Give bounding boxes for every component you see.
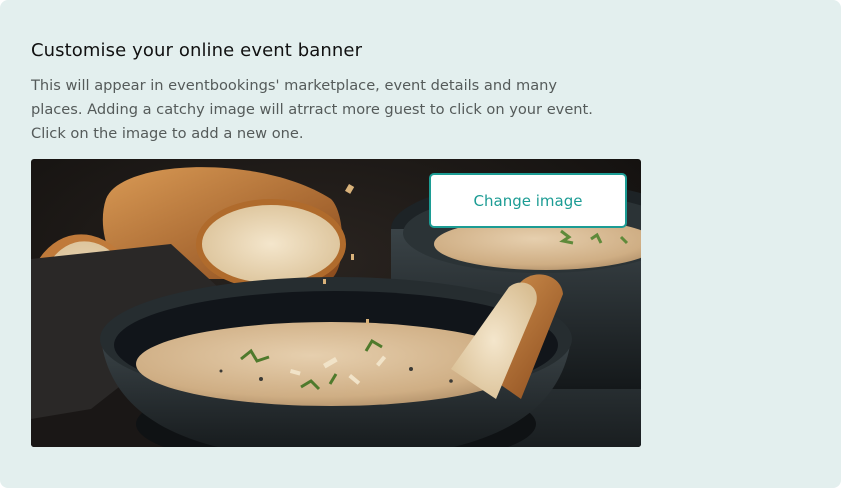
change-image-button[interactable]: Change image <box>429 173 627 228</box>
description-line-1: This will appear in eventbookings' marke… <box>31 77 558 94</box>
section-description: This will appear in eventbookings' marke… <box>31 74 651 146</box>
description-line-2: places. Adding a catchy image will atrra… <box>31 101 593 118</box>
banner-settings-card: Customise your online event banner This … <box>0 0 841 488</box>
section-title: Customise your online event banner <box>31 40 363 61</box>
description-line-3: Click on the image to add a new one. <box>31 125 304 142</box>
